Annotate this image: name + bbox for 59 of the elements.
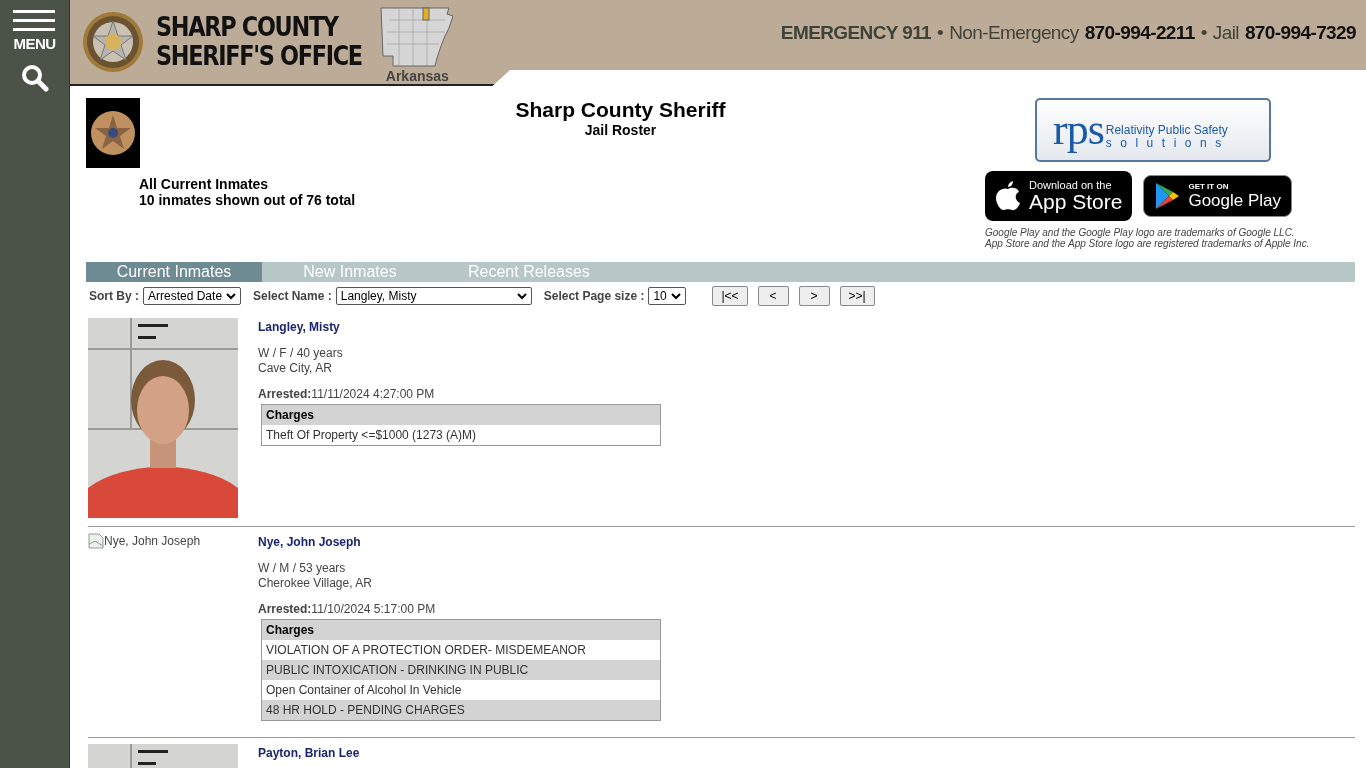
inmate-demographics: W / M / 53 years (258, 561, 347, 575)
roster-title: Sharp County Sheriff (515, 98, 726, 122)
sheriff-badge-icon (86, 98, 140, 168)
filter-label: Select Page size : (543, 289, 645, 303)
inmate-city: Cherokee Village, AR (258, 576, 373, 590)
inmate-name-link[interactable]: Nye, John Joseph (258, 535, 661, 549)
inmate-name-link[interactable]: Payton, Brian Lee (258, 746, 360, 760)
trademark-note: App Store and the App Store logo are registered trademarks of Apple Inc. (985, 238, 1310, 249)
apple-icon (995, 181, 1021, 211)
charge-cell: Theft Of Property <=$1000 (1273 (A)M) (261, 425, 661, 446)
inmate-name-link[interactable]: Langley, Misty (258, 320, 661, 334)
image-alt-text: Nye, John Joseph (104, 534, 201, 548)
charges-header: Charges (261, 619, 661, 640)
chevron-icon (516, 292, 527, 300)
roster-tab[interactable]: Current Inmates (86, 262, 262, 282)
contact-text: 870-994-2211 (1084, 22, 1195, 44)
charge-cell: Open Container of Alcohol In Vehicle (261, 680, 661, 700)
arrested-label: Arrested: (258, 602, 312, 616)
contact-text: Non-Emergency (949, 22, 1079, 44)
menu-icon (13, 10, 56, 32)
site-title: SHARP COUNTY (156, 13, 340, 42)
filter-label: Sort By : (89, 289, 139, 303)
contact-text: • (937, 22, 944, 44)
contact-text: EMERGENCY 911 (780, 22, 932, 44)
badge-logo-icon (82, 11, 144, 73)
menu-button[interactable]: MENU (13, 0, 56, 52)
roster-subtitle: Jail Roster (584, 122, 657, 138)
contact-text: • (1200, 22, 1207, 44)
site-title: SHERIFF'S OFFICE (156, 42, 362, 71)
contact-text: 870-994-7329 (1244, 22, 1356, 44)
pager-button[interactable]: >>| (839, 286, 875, 306)
pager-button[interactable]: > (798, 286, 830, 306)
contact-text: Jail (1212, 22, 1239, 44)
pager-button[interactable]: < (757, 286, 789, 306)
charge-cell: PUBLIC INTOXICATION - DRINKING IN PUBLIC (261, 660, 661, 680)
filter-dropdown[interactable]: 10 (648, 287, 687, 305)
summary-text: 10 inmates shown out of 76 total (139, 192, 357, 208)
arrested-date: 11/10/2024 5:17:00 PM (311, 602, 436, 616)
filter-dropdown[interactable]: Langley, Misty (335, 287, 532, 305)
trademark-note: Google Play and the Google Play logo are trademarks of Google LLC. (985, 227, 1295, 238)
filter-dropdown[interactable]: Arrested Date (143, 287, 241, 305)
filter-label: Select Name : (253, 289, 332, 303)
pager-button[interactable]: |<< (712, 286, 748, 306)
inmate-demographics: W / F / 40 years (258, 346, 344, 360)
map-label: Arkansas (385, 68, 449, 84)
play-icon (1154, 182, 1181, 210)
arrested-date: 11/11/2024 4:27:00 PM (311, 387, 435, 401)
charge-cell: 48 HR HOLD - PENDING CHARGES (261, 700, 661, 721)
store-badge-link[interactable]: GET IT ON Google Play (1143, 175, 1293, 217)
charge-cell: VIOLATION OF A PROTECTION ORDER- MISDEMEANOR (261, 640, 661, 660)
store-badge-link[interactable]: Download on the App Store (985, 171, 1133, 221)
charges-header: Charges (261, 404, 661, 425)
chevron-icon (226, 292, 236, 300)
summary-text: All Current Inmates (139, 176, 270, 192)
broken-image-icon (88, 533, 104, 549)
arrested-label: Arrested: (258, 387, 312, 401)
search-icon[interactable] (20, 64, 49, 92)
inmate-city: Cave City, AR (258, 361, 333, 375)
chevron-icon (671, 292, 682, 300)
